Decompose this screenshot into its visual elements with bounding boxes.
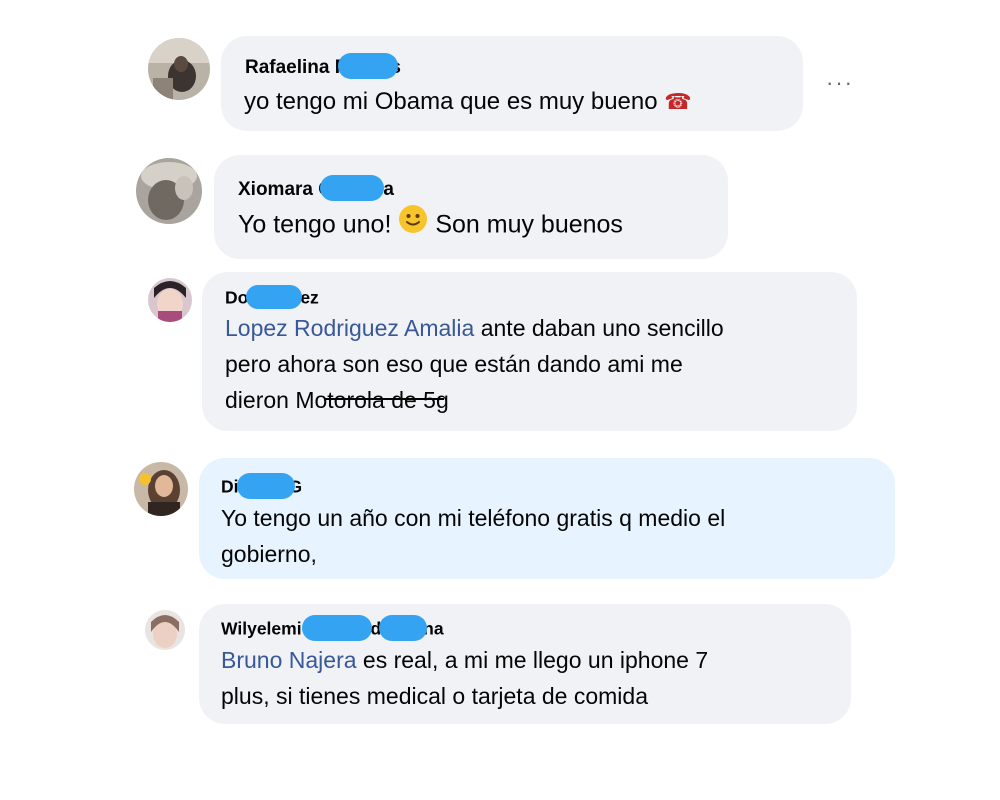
redaction-mark [379,615,428,641]
redaction-mark [236,473,295,499]
redaction-mark [319,175,384,201]
commenter-name[interactable]: Do ez [225,285,319,311]
comment-text: yo tengo mi Obama que es muy bueno ☎ [244,88,692,115]
comment-text: Yo tengo uno! Son muy buenos [238,204,623,246]
strikethrough-mark [324,398,444,400]
telephone-icon: ☎ [664,89,692,114]
comment-text: Yo tengo un año con mi teléfono gratis q… [221,505,726,567]
commenter-name[interactable]: Di G [221,473,302,501]
commenter-name[interactable]: Xiomara Cra [238,175,394,203]
avatar[interactable] [148,278,192,322]
avatar[interactable] [145,610,185,650]
avatar[interactable] [134,462,188,516]
redaction-mark [302,615,373,641]
avatar[interactable] [136,158,202,224]
commenter-name[interactable]: Rafaelina Fs [245,53,401,81]
redaction-mark [338,53,399,79]
redaction-mark [246,285,303,309]
mention-link[interactable]: Bruno Najera [221,647,357,673]
mention-link[interactable]: Lopez Rodriguez Amalia [225,315,474,341]
avatar[interactable] [148,38,210,100]
commenter-name[interactable]: Wilyelemi d na [221,615,444,643]
more-options-button[interactable]: ··· [826,70,854,96]
comment-text: Bruno Najera es real, a mi me llego un i… [221,647,709,709]
comment-text: Lopez Rodriguez Amalia ante daban uno se… [225,315,724,413]
smiling-face-icon [398,204,428,244]
